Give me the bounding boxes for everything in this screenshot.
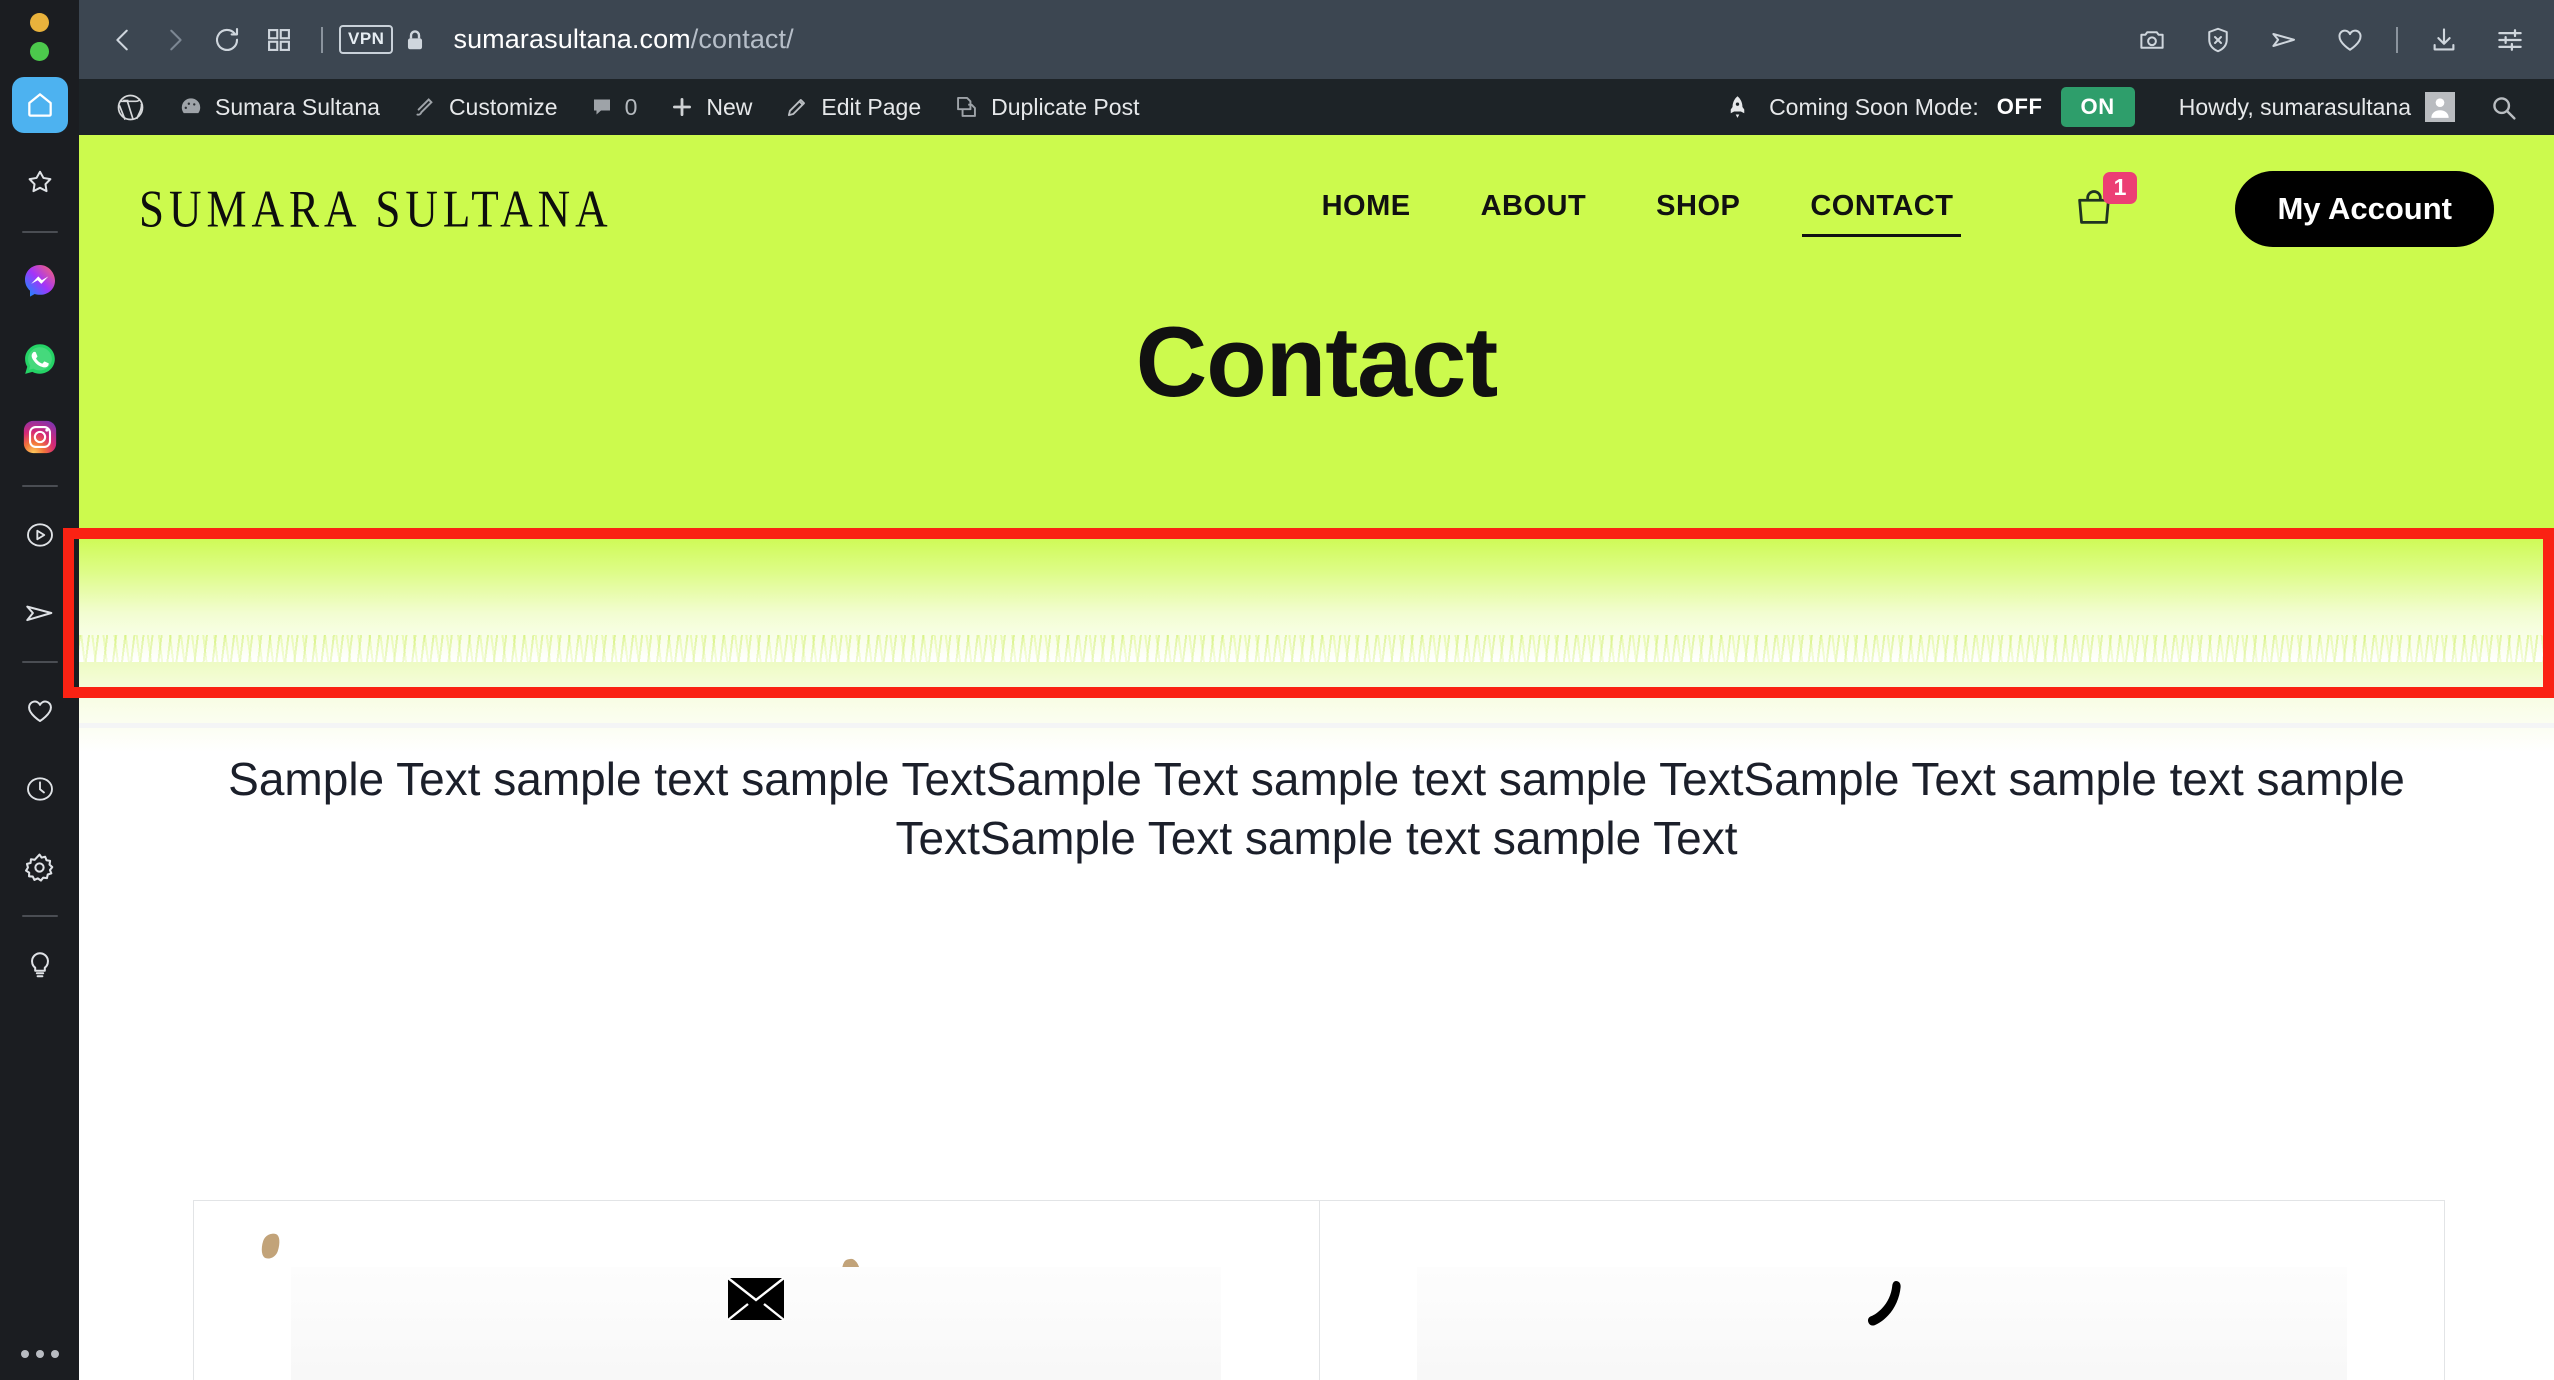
admin-bar-new-label: New xyxy=(706,93,753,120)
wordpress-admin-bar: Sumara Sultana Customize 0 New Edit Page… xyxy=(79,79,2554,135)
rail-star-icon[interactable] xyxy=(12,155,68,211)
tabs-overview-button[interactable] xyxy=(253,14,305,66)
rail-play-circle-icon[interactable] xyxy=(12,507,68,563)
forward-button[interactable] xyxy=(149,14,201,66)
camera-icon[interactable] xyxy=(2132,20,2172,60)
rail-send-icon[interactable] xyxy=(12,585,68,641)
petal-decoration xyxy=(258,1231,283,1261)
rail-messenger-icon[interactable] xyxy=(12,253,68,309)
main-navigation: HOME ABOUT SHOP CONTACT 1 My Account xyxy=(1318,171,2494,247)
nav-item-shop[interactable]: SHOP xyxy=(1652,182,1744,237)
toolbar-divider xyxy=(2396,26,2398,53)
avatar xyxy=(2425,92,2455,122)
rail-instagram-icon[interactable] xyxy=(12,409,68,465)
sliders-icon[interactable] xyxy=(2490,20,2530,60)
back-button[interactable] xyxy=(97,14,149,66)
envelope-icon xyxy=(727,1277,785,1321)
page-title: Contact xyxy=(1135,306,1499,417)
wordpress-logo-button[interactable] xyxy=(99,79,162,135)
window-minimize-dot[interactable] xyxy=(30,13,49,32)
admin-bar-item-customize[interactable]: Customize xyxy=(396,79,574,135)
coming-soon-off-button[interactable]: OFF xyxy=(1997,94,2043,120)
reload-button[interactable] xyxy=(201,14,253,66)
admin-bar-item-edit-page[interactable]: Edit Page xyxy=(768,79,937,135)
rail-lightbulb-icon[interactable] xyxy=(12,937,68,993)
section-rule xyxy=(79,723,2554,728)
shield-block-icon[interactable] xyxy=(2198,20,2238,60)
admin-bar-customize-label: Customize xyxy=(448,93,558,120)
rocket-icon xyxy=(1730,95,1745,118)
cart-badge: 1 xyxy=(2102,171,2138,205)
window-maximize-dot[interactable] xyxy=(30,42,49,61)
admin-bar-duplicate-post-label: Duplicate Post xyxy=(991,93,1140,120)
intro-paragraph: Sample Text sample text sample TextSampl… xyxy=(228,753,2405,864)
contact-card-email[interactable] xyxy=(194,1201,1319,1380)
coming-soon-on-button[interactable]: ON xyxy=(2060,87,2135,127)
admin-bar-search-button[interactable] xyxy=(2473,79,2534,135)
send-icon[interactable] xyxy=(2264,20,2304,60)
contact-card-phone-inner xyxy=(1416,1267,2347,1380)
address-bar[interactable]: sumarasultana.com/contact/ xyxy=(453,24,793,55)
app-rail xyxy=(0,0,79,1380)
lock-icon xyxy=(393,14,437,66)
rail-divider xyxy=(21,231,58,233)
browser-toolbar: VPN sumarasultana.com/contact/ xyxy=(79,0,2554,79)
howdy-label: Howdy, sumarasultana xyxy=(2178,93,2411,120)
site-header: SUMARA SULTANA HOME ABOUT SHOP CONTACT 1… xyxy=(79,135,2554,283)
rail-home-icon[interactable] xyxy=(11,77,68,133)
admin-bar-account[interactable]: Howdy, sumarasultana xyxy=(2149,92,2473,122)
contact-card-phone[interactable] xyxy=(1318,1201,2445,1380)
admin-bar-item-comments[interactable]: 0 xyxy=(574,79,654,135)
hero-fade-gradient-lower xyxy=(79,662,2554,752)
admin-bar-site-label: Sumara Sultana xyxy=(215,93,380,120)
nav-item-home[interactable]: HOME xyxy=(1318,182,1415,237)
contact-cards xyxy=(193,1200,2445,1380)
admin-bar-item-site[interactable]: Sumara Sultana xyxy=(162,79,396,135)
rail-gear-icon[interactable] xyxy=(12,839,68,895)
rail-divider xyxy=(21,485,58,487)
cart-button[interactable]: 1 xyxy=(2071,171,2138,235)
window-controls xyxy=(30,8,49,66)
nav-item-about[interactable]: ABOUT xyxy=(1477,182,1591,237)
rail-whatsapp-icon[interactable] xyxy=(12,331,68,387)
vpn-badge[interactable]: VPN xyxy=(339,25,394,54)
coming-soon-mode: Coming Soon Mode: OFF ON xyxy=(1710,87,2149,127)
site-viewport: SUMARA SULTANA HOME ABOUT SHOP CONTACT 1… xyxy=(79,135,2554,1380)
toolbar-divider xyxy=(321,26,323,53)
browser-toolbar-actions xyxy=(2132,20,2536,60)
admin-bar-item-new[interactable]: New xyxy=(653,79,768,135)
admin-bar-comment-count: 0 xyxy=(624,93,638,120)
my-account-button[interactable]: My Account xyxy=(2235,171,2494,247)
hero-section: SUMARA SULTANA HOME ABOUT SHOP CONTACT 1… xyxy=(79,135,2554,630)
download-icon[interactable] xyxy=(2424,20,2464,60)
url-text: sumarasultana.com/contact/ xyxy=(453,24,794,54)
rail-more-icon[interactable] xyxy=(20,1350,59,1358)
rail-divider xyxy=(21,661,58,663)
coming-soon-label: Coming Soon Mode: xyxy=(1769,93,1979,120)
site-logo[interactable]: SUMARA SULTANA xyxy=(139,178,613,239)
rail-divider xyxy=(21,915,58,917)
contact-card-email-inner xyxy=(291,1267,1222,1380)
rail-clock-icon[interactable] xyxy=(12,761,68,817)
phone-icon xyxy=(1867,1281,1901,1326)
heart-icon[interactable] xyxy=(2330,20,2370,60)
nav-item-contact[interactable]: CONTACT xyxy=(1802,182,1962,237)
rail-heart-icon[interactable] xyxy=(12,683,68,739)
admin-bar-item-duplicate-post[interactable]: Duplicate Post xyxy=(937,79,1155,135)
admin-bar-edit-page-label: Edit Page xyxy=(821,93,922,120)
